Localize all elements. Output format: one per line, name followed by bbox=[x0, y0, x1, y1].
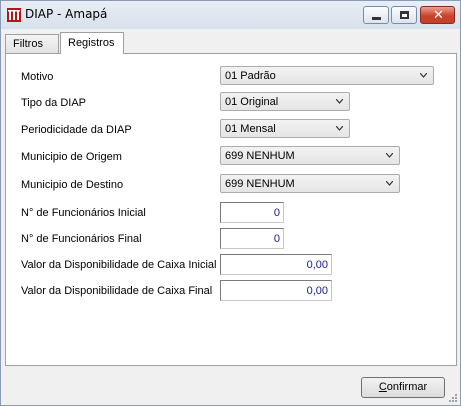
confirmar-accel: C bbox=[378, 381, 387, 393]
resize-grip-icon[interactable] bbox=[448, 393, 458, 403]
confirmar-label: onfirmar bbox=[386, 381, 428, 393]
motivo-value: 01 Padrão bbox=[225, 70, 276, 82]
minimize-button[interactable] bbox=[363, 6, 389, 24]
registros-panel: Motivo 01 Padrão Tipo da DIAP 01 Origina… bbox=[5, 53, 457, 366]
municipio-destino-label: Municipio de Destino bbox=[21, 179, 124, 191]
dropdown-arrow-icon bbox=[420, 73, 427, 78]
periodicidade-label: Periodicidade da DIAP bbox=[21, 124, 132, 136]
dropdown-arrow-icon bbox=[336, 99, 343, 104]
tipo-diap-select[interactable]: 01 Original bbox=[220, 92, 350, 111]
diap-window: DIAP - Amapá ✕ Filtros Registros Motivo … bbox=[0, 0, 461, 406]
func-final-label: N° de Funcionários Final bbox=[21, 233, 142, 245]
title-bar[interactable]: DIAP - Amapá ✕ bbox=[1, 1, 460, 29]
dropdown-arrow-icon bbox=[336, 126, 343, 131]
municipio-destino-select[interactable]: 699 NENHUM bbox=[220, 174, 400, 193]
caixa-inicial-input[interactable]: 0,00 bbox=[220, 254, 332, 275]
municipio-origem-select[interactable]: 699 NENHUM bbox=[220, 146, 400, 165]
tab-filtros[interactable]: Filtros bbox=[5, 34, 59, 53]
dropdown-arrow-icon bbox=[386, 153, 393, 158]
confirmar-button[interactable]: Confirmar bbox=[361, 377, 445, 398]
maximize-icon bbox=[400, 11, 409, 19]
close-icon: ✕ bbox=[433, 8, 444, 23]
tab-strip: Filtros Registros bbox=[5, 32, 458, 54]
func-inicial-label: N° de Funcionários Inicial bbox=[21, 207, 146, 219]
app-icon bbox=[7, 8, 21, 22]
func-inicial-input[interactable]: 0 bbox=[220, 202, 284, 223]
tab-registros[interactable]: Registros bbox=[60, 32, 124, 54]
caixa-final-label: Valor da Disponibilidade de Caixa Final bbox=[21, 285, 213, 297]
motivo-label: Motivo bbox=[21, 71, 54, 83]
municipio-origem-label: Municipio de Origem bbox=[21, 151, 122, 163]
maximize-button[interactable] bbox=[391, 6, 417, 24]
tipo-diap-label: Tipo da DIAP bbox=[21, 97, 87, 109]
municipio-origem-value: 699 NENHUM bbox=[225, 150, 295, 162]
tipo-diap-value: 01 Original bbox=[225, 96, 279, 108]
municipio-destino-value: 699 NENHUM bbox=[225, 178, 295, 190]
periodicidade-select[interactable]: 01 Mensal bbox=[220, 119, 350, 138]
minimize-icon bbox=[372, 17, 381, 20]
caixa-inicial-label: Valor da Disponibilidade de Caixa Inicia… bbox=[21, 259, 217, 271]
periodicidade-value: 01 Mensal bbox=[225, 123, 276, 135]
window-title: DIAP - Amapá bbox=[25, 7, 108, 21]
dropdown-arrow-icon bbox=[386, 181, 393, 186]
motivo-select[interactable]: 01 Padrão bbox=[220, 66, 434, 85]
caixa-final-input[interactable]: 0,00 bbox=[220, 280, 332, 301]
func-final-input[interactable]: 0 bbox=[220, 228, 284, 249]
close-button[interactable]: ✕ bbox=[420, 6, 455, 24]
